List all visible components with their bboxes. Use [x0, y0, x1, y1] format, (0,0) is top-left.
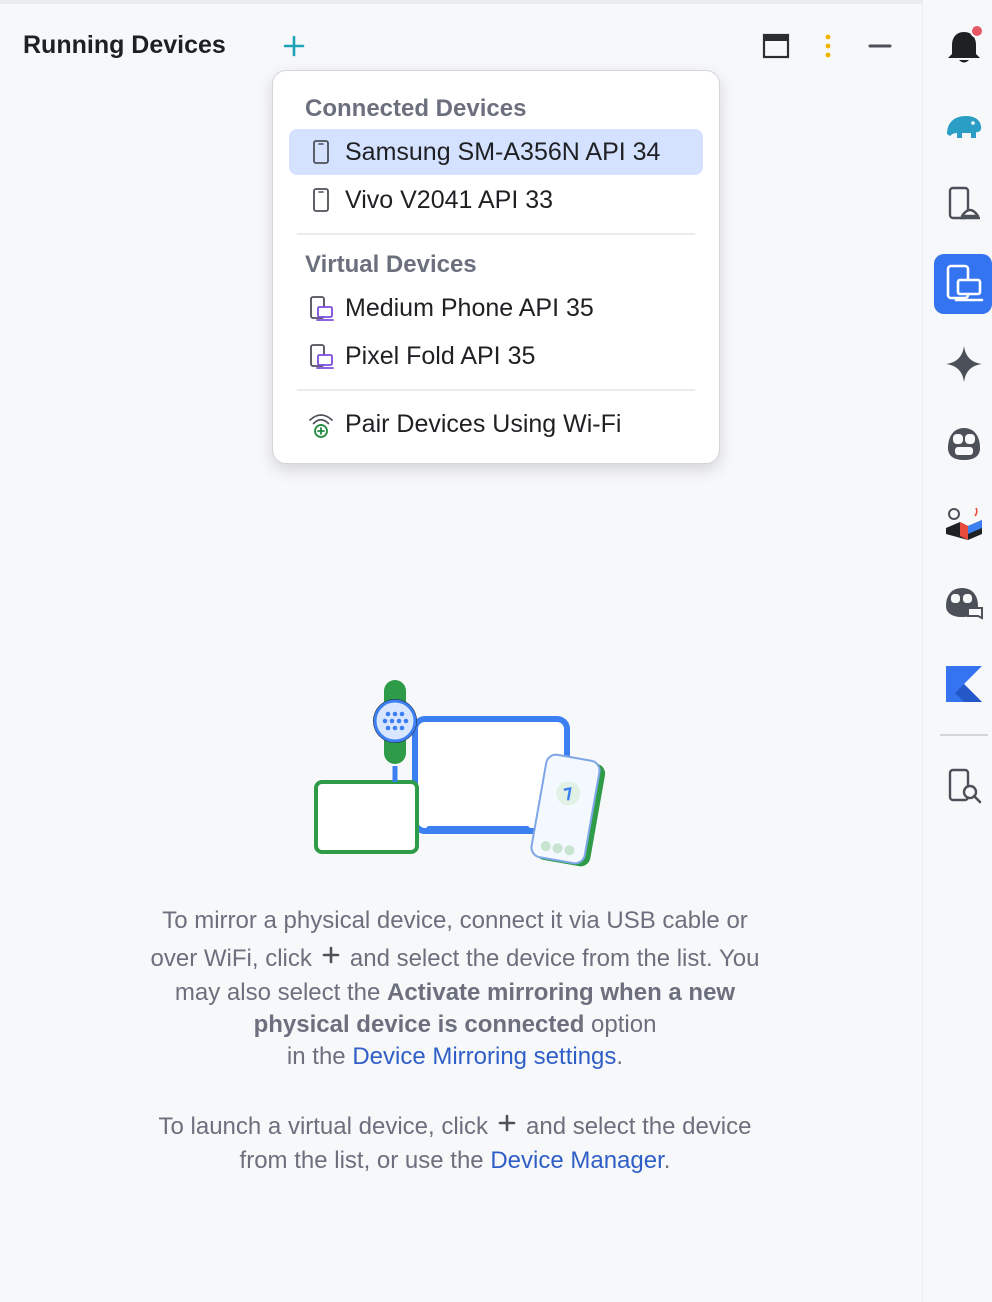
- mirror-line-1: To mirror a physical device, connect it …: [162, 907, 748, 934]
- app-quality-insights-button[interactable]: [942, 502, 986, 546]
- add-device-button[interactable]: [280, 32, 308, 60]
- mirror-text: may also select the: [174, 979, 381, 1006]
- device-item-vivo[interactable]: Vivo V2041 API 33: [289, 177, 703, 223]
- virtual-device-icon: [310, 344, 334, 369]
- launch-line-1: To launch a virtual device, click and sel…: [60, 1110, 850, 1144]
- mirror-line-3: may also select the Activate mirroring w…: [60, 976, 850, 1010]
- device-explorer-icon: [948, 768, 982, 804]
- device-manager-link[interactable]: Device Manager: [490, 1147, 663, 1174]
- connected-devices-header: Connected Devices: [305, 95, 527, 122]
- device-manager-icon: [948, 186, 980, 220]
- mirror-text: .: [616, 1043, 624, 1070]
- plus-icon: [283, 35, 305, 57]
- gemini-sparkle-icon: [946, 346, 982, 382]
- panel-title: Running Devices: [23, 31, 226, 59]
- plus-icon: [498, 1114, 516, 1132]
- mirror-text: over WiFi, click: [150, 945, 312, 972]
- devices-illustration: [314, 680, 606, 867]
- kotlin-button[interactable]: [942, 662, 986, 706]
- separator: [297, 233, 695, 235]
- physical-phone-icon: [313, 188, 329, 212]
- mirror-text: in the: [286, 1043, 346, 1070]
- copilot-chat-icon: [946, 588, 983, 620]
- device-label: Vivo V2041 API 33: [345, 186, 554, 214]
- pair-label: Pair Devices Using Wi-Fi: [345, 410, 622, 438]
- copilot-chat-button[interactable]: [942, 582, 986, 626]
- device-manager-button[interactable]: [942, 182, 986, 226]
- mirror-line-5: in the Device Mirroring settings.: [60, 1040, 850, 1074]
- running-devices-icon: [946, 264, 984, 302]
- device-label: Pixel Fold API 35: [345, 342, 536, 370]
- app-quality-insights-icon: [946, 507, 982, 540]
- window-icon: [762, 33, 790, 59]
- notifications-bell-icon: [948, 24, 984, 63]
- hide-panel-button[interactable]: [866, 32, 894, 60]
- separator: [297, 389, 695, 391]
- physical-phone-icon: [313, 140, 329, 164]
- kebab-menu-icon: [825, 34, 831, 58]
- device-label: Medium Phone API 35: [345, 294, 594, 322]
- wifi-pair-icon: [309, 414, 333, 438]
- gradle-button[interactable]: [942, 102, 986, 146]
- mirror-instructions: To mirror a physical device, connect it …: [60, 904, 850, 1074]
- launch-line-2: from the list, or use the Device Manager…: [60, 1144, 850, 1178]
- gradle-elephant-icon: [947, 116, 982, 138]
- mirror-line-4: physical device is connected option: [60, 1008, 850, 1042]
- running-devices-tool-button[interactable]: [934, 254, 992, 314]
- launch-text: .: [663, 1147, 671, 1174]
- pair-wifi-item[interactable]: Pair Devices Using Wi-Fi: [289, 401, 703, 447]
- device-mirroring-settings-link[interactable]: Device Mirroring settings: [352, 1043, 616, 1070]
- copilot-button[interactable]: [942, 422, 986, 466]
- device-selection-popup: Connected Devices Samsung SM-A356N API 3…: [272, 70, 720, 464]
- device-item-samsung[interactable]: Samsung SM-A356N API 34: [289, 129, 703, 175]
- copilot-icon: [948, 428, 980, 460]
- activate-mirroring-option-text: Activate mirroring when a new: [387, 979, 736, 1006]
- virtual-devices-header: Virtual Devices: [305, 251, 477, 278]
- mirror-text: option: [591, 1011, 657, 1038]
- device-label: Samsung SM-A356N API 34: [345, 138, 661, 166]
- virtual-device-icon: [310, 296, 334, 321]
- minimize-icon: [868, 44, 892, 48]
- more-options-button[interactable]: [818, 32, 838, 60]
- launch-text: and select the device: [526, 1113, 752, 1140]
- plus-icon: [322, 946, 340, 964]
- mirror-text: and select the device from the list. You: [349, 945, 760, 972]
- gemini-button[interactable]: [942, 342, 986, 386]
- notifications-button[interactable]: [942, 24, 986, 68]
- launch-instructions: To launch a virtual device, click and sel…: [60, 1110, 850, 1178]
- device-item-pixel-fold[interactable]: Pixel Fold API 35: [289, 333, 703, 379]
- kotlin-icon: [946, 666, 982, 702]
- mirror-line-2: over WiFi, click and select the device fr…: [60, 942, 850, 976]
- device-explorer-button[interactable]: [942, 764, 986, 808]
- activate-mirroring-option-text: physical device is connected: [253, 1011, 585, 1038]
- window-layout-button[interactable]: [762, 33, 790, 59]
- launch-text: To launch a virtual device, click: [158, 1113, 488, 1140]
- launch-text: from the list, or use the: [239, 1147, 484, 1174]
- device-item-medium-phone[interactable]: Medium Phone API 35: [289, 285, 703, 331]
- tool-strip-separator: [940, 734, 988, 736]
